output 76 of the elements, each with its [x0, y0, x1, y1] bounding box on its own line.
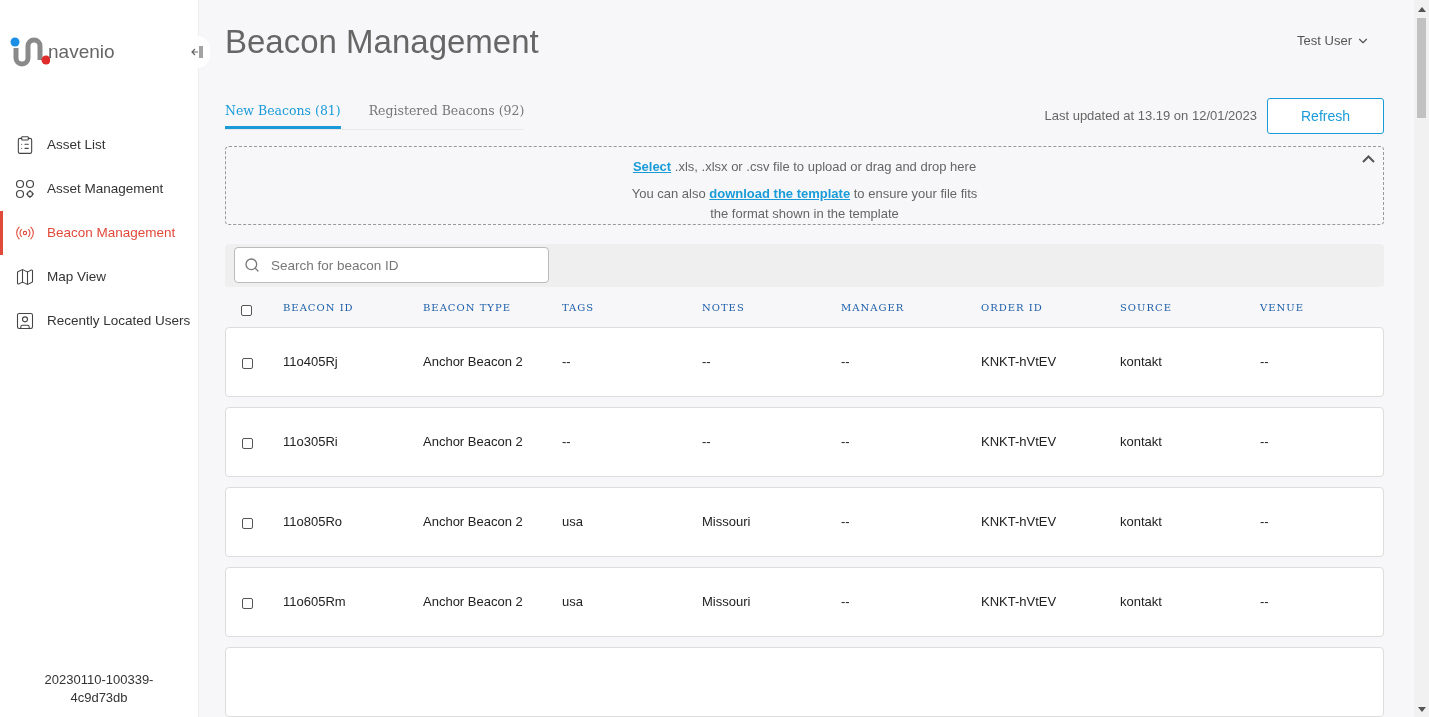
checkbox[interactable] — [242, 518, 253, 529]
table-cell-text: -- — [840, 353, 851, 372]
table-cell-text: Missouri — [701, 513, 752, 532]
column-header[interactable]: BEACON TYPE — [405, 300, 544, 316]
table-row[interactable]: 11o405Rj Anchor Beacon 2 -- -- -- KNKT-hVtEV kontakt -- — [225, 327, 1384, 397]
column-header[interactable]: SOURCE — [1102, 300, 1242, 316]
table-cell-text: usa — [561, 593, 584, 612]
logo-text: navenio — [48, 39, 115, 64]
search-field[interactable]: Search for beacon ID — [234, 247, 549, 284]
table-cell-text: -- — [840, 593, 851, 612]
table-row[interactable]: 11o605Rm Anchor Beacon 2 usa Missouri -- KNKT-hVtEV kontakt -- — [225, 567, 1384, 637]
table-cell-text: Missouri — [701, 593, 752, 612]
build-version: 20230110-100339-4c9d73db — [43, 671, 155, 707]
checkbox[interactable] — [242, 598, 253, 609]
table-cell-text: -- — [1259, 513, 1270, 532]
template-hint: You can also download the template to ensure your file fits the format shown in the template — [630, 184, 979, 223]
collapse-button[interactable] — [1362, 155, 1375, 164]
column-header[interactable]: VENUE — [1242, 300, 1384, 316]
clipboard-icon — [15, 135, 35, 155]
table-cell-text: 11o805Ro — [282, 513, 344, 532]
table-cell-text: KNKT-hVtEV — [980, 593, 1058, 612]
sidebar-item[interactable]: Beacon Management — [0, 211, 198, 255]
table-cell-text: 11o405Rj — [282, 353, 339, 372]
table-cell-text: 11o605Rm — [282, 593, 347, 612]
upload-instruction: Select .xls, .xlsx or .csv file to upload or drag and drop here — [632, 158, 977, 177]
map-icon — [15, 267, 35, 287]
sidebar-item[interactable]: Asset List — [0, 123, 198, 167]
table-row[interactable]: 11o805Ro Anchor Beacon 2 usa Missouri -- KNKT-hVtEV kontakt -- — [225, 487, 1384, 557]
table-cell-text: 11o305Ri — [282, 433, 339, 452]
table-cell-text: -- — [561, 433, 572, 452]
table-cell-text: usa — [561, 513, 584, 532]
table-cell-text: -- — [1259, 593, 1270, 612]
table-cell-text: -- — [701, 433, 712, 452]
table-cell-text: kontakt — [1119, 433, 1163, 452]
table-cell-text: -- — [701, 353, 712, 372]
column-header[interactable]: MANAGER — [823, 300, 963, 316]
sidebar-item[interactable]: Asset Management — [0, 167, 198, 211]
table-cell-text: -- — [840, 433, 851, 452]
scrollbar-thumb[interactable] — [1417, 18, 1426, 118]
table-cell-text: Anchor Beacon 2 — [422, 353, 524, 372]
scroll-down-icon[interactable] — [1417, 707, 1426, 713]
sidebar-item[interactable]: Recently Located Users — [0, 299, 198, 343]
column-header[interactable]: ORDER ID — [963, 300, 1102, 316]
table-cell-text: Anchor Beacon 2 — [422, 513, 524, 532]
upload-dropzone[interactable]: Select .xls, .xlsx or .csv file to upload or drag and drop here You can also download the template to ensure your file fits the format shown in the template — [225, 146, 1384, 225]
table-cell-text: KNKT-hVtEV — [980, 433, 1058, 452]
table-cell-text: -- — [1259, 353, 1270, 372]
table-cell-text: Anchor Beacon 2 — [422, 593, 524, 612]
scroll-up-icon[interactable] — [1417, 6, 1426, 12]
table-cell-text: -- — [1259, 433, 1270, 452]
chevron-up-icon — [1362, 155, 1375, 164]
table-cell-text: KNKT-hVtEV — [980, 513, 1058, 532]
column-header[interactable]: BEACON ID — [265, 300, 405, 316]
table-cell-text: kontakt — [1119, 593, 1163, 612]
table-row[interactable]: 11o305Ri Anchor Beacon 2 -- -- -- KNKT-hVtEV kontakt -- — [225, 407, 1384, 477]
column-header[interactable]: NOTES — [684, 300, 823, 316]
checkbox[interactable] — [241, 304, 252, 316]
shapes-icon — [15, 179, 35, 199]
user-menu[interactable]: Test User — [1297, 30, 1370, 51]
scrollbar[interactable] — [1414, 0, 1429, 717]
search-icon — [244, 257, 260, 274]
table-cell-text: kontakt — [1119, 513, 1163, 532]
table-cell-text: KNKT-hVtEV — [980, 353, 1058, 372]
user-icon — [15, 311, 35, 331]
table-cell-text: -- — [561, 353, 572, 372]
page-title: Beacon Management — [225, 21, 539, 62]
table-cell-text: -- — [840, 513, 851, 532]
last-updated-text: Last updated at 13.19 on 12/01/2023 — [1044, 107, 1257, 126]
collapse-arrow-icon — [191, 45, 203, 59]
checkbox[interactable] — [242, 438, 253, 449]
sidebar-item[interactable]: Map View — [0, 255, 198, 299]
tab[interactable]: Registered Beacons (92) — [368, 101, 525, 130]
table-cell-text: kontakt — [1119, 353, 1163, 372]
column-header[interactable]: TAGS — [544, 300, 684, 316]
checkbox[interactable] — [242, 358, 253, 369]
table-cell-text: Anchor Beacon 2 — [422, 433, 524, 452]
